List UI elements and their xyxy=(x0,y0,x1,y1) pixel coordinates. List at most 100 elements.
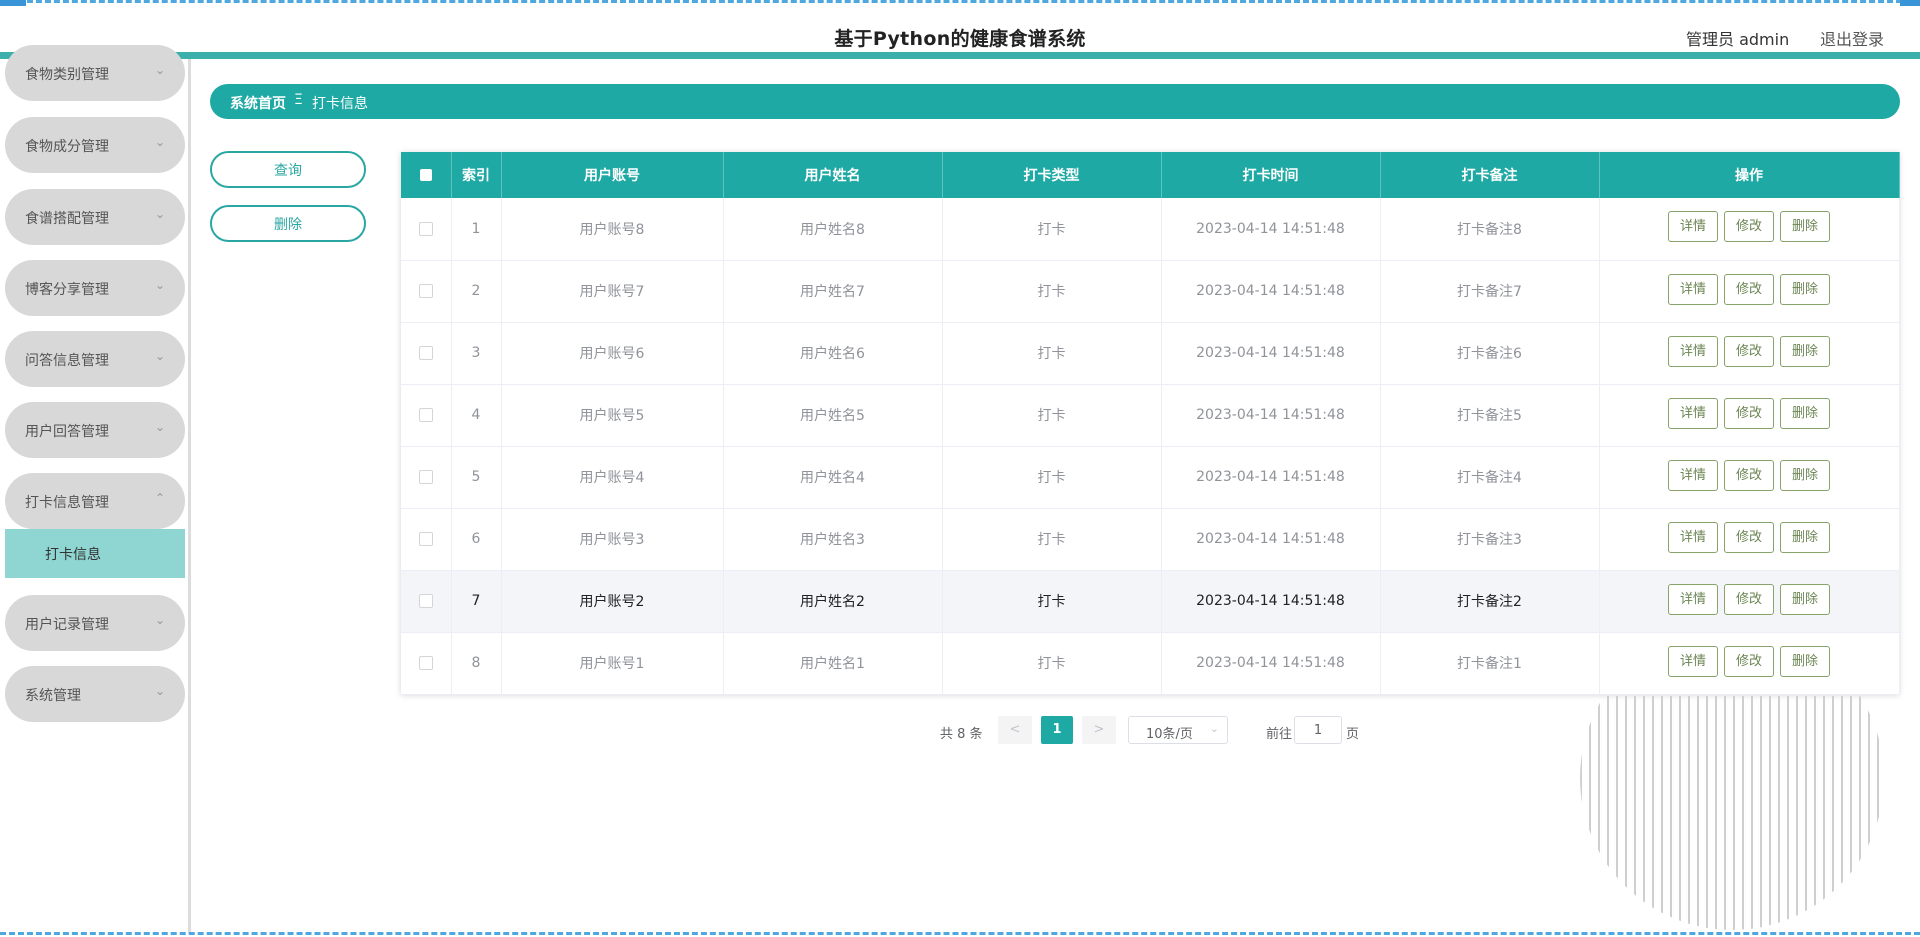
pagination-goto-input[interactable] xyxy=(1294,716,1342,744)
delete-button[interactable]: 删除 xyxy=(1780,211,1830,243)
delete-button[interactable]: 删除 xyxy=(1780,645,1830,677)
select-all-checkbox[interactable] xyxy=(419,169,432,181)
sidebar-subitem-checkin-info[interactable]: 打卡信息 xyxy=(5,529,185,578)
cell-index: 7 xyxy=(451,570,502,633)
edit-button[interactable]: 修改 xyxy=(1724,211,1774,243)
delete-button[interactable]: 删除 xyxy=(1780,397,1830,429)
logout-link[interactable]: 退出登录 xyxy=(1820,26,1884,50)
pagination-page-1[interactable]: 1 xyxy=(1041,716,1073,744)
select-all-cell[interactable] xyxy=(401,152,452,198)
row-checkbox[interactable] xyxy=(418,470,433,484)
chevron-down-icon: ⌄ xyxy=(154,207,165,221)
row-checkbox[interactable] xyxy=(418,221,433,236)
cell-name: 用户姓名4 xyxy=(723,446,943,509)
delete-button[interactable]: 删除 xyxy=(1780,521,1830,553)
cell-note: 打卡备注6 xyxy=(1380,322,1600,385)
delete-button[interactable]: 删除 xyxy=(1780,273,1830,305)
cell-index: 2 xyxy=(451,260,502,323)
cell-name: 用户姓名5 xyxy=(723,384,943,447)
edit-button[interactable]: 修改 xyxy=(1724,645,1774,677)
breadcrumb-home[interactable]: 系统首页 xyxy=(230,93,286,113)
cell-time: 2023-04-14 14:51:48 xyxy=(1161,570,1381,633)
cell-operations: 详情 修改 删除 xyxy=(1599,570,1900,633)
cell-type: 打卡 xyxy=(942,446,1162,509)
cell-operations: 详情 修改 删除 xyxy=(1599,446,1900,509)
cell-name: 用户姓名8 xyxy=(723,198,943,261)
top-header: 基于Python的健康食谱系统 管理员 admin 退出登录 xyxy=(0,6,1920,52)
sidebar-item-user-record[interactable]: 用户记录管理 ⌄ xyxy=(5,595,185,651)
decorative-striped-circle xyxy=(1580,696,1884,932)
sidebar-subitem-label: 打卡信息 xyxy=(45,547,101,563)
row-checkbox[interactable] xyxy=(418,594,433,608)
edit-button[interactable]: 修改 xyxy=(1724,397,1774,429)
cell-time: 2023-04-14 14:51:48 xyxy=(1161,632,1381,695)
cell-index: 3 xyxy=(451,322,502,385)
page-size-select[interactable]: 10条/页 ⌄ xyxy=(1128,716,1228,744)
cell-account: 用户账号2 xyxy=(501,570,724,633)
row-checkbox[interactable] xyxy=(418,656,433,670)
table-row: 5 用户账号4 用户姓名4 打卡 2023-04-14 14:51:48 打卡备… xyxy=(401,446,1900,509)
sidebar-item-label: 食物类别管理 xyxy=(25,67,109,83)
detail-button[interactable]: 详情 xyxy=(1668,521,1718,553)
cell-account: 用户账号4 xyxy=(501,446,724,509)
edit-button[interactable]: 修改 xyxy=(1724,521,1774,553)
query-button[interactable]: 查询 xyxy=(210,151,366,188)
delete-button[interactable]: 删除 xyxy=(1780,459,1830,491)
pagination-page-unit: 页 xyxy=(1346,727,1360,742)
sidebar-item-label: 博客分享管理 xyxy=(25,282,109,298)
sidebar-item-food-ingredient[interactable]: 食物成分管理 ⌄ xyxy=(5,117,185,173)
detail-button[interactable]: 详情 xyxy=(1668,583,1718,615)
delete-button[interactable]: 删除 xyxy=(1780,335,1830,367)
table-row-hovered: 7 用户账号2 用户姓名2 打卡 2023-04-14 14:51:48 打卡备… xyxy=(401,570,1900,633)
cell-operations: 详情 修改 删除 xyxy=(1599,384,1900,447)
sidebar-item-recipe[interactable]: 食谱搭配管理 ⌄ xyxy=(5,189,185,245)
cell-operations: 详情 修改 删除 xyxy=(1599,508,1900,571)
chevron-up-icon: ⌃ xyxy=(154,491,165,505)
table-row: 6 用户账号3 用户姓名3 打卡 2023-04-14 14:51:48 打卡备… xyxy=(401,508,1900,571)
batch-delete-button[interactable]: 删除 xyxy=(210,205,366,242)
pagination-prev-button[interactable]: < xyxy=(998,716,1032,744)
edit-button[interactable]: 修改 xyxy=(1724,335,1774,367)
cell-account: 用户账号3 xyxy=(501,508,724,571)
chevron-down-icon: ⌄ xyxy=(154,63,165,77)
breadcrumb: 系统首页 Ξ 打卡信息 xyxy=(210,84,1900,119)
chevron-down-icon: ⌄ xyxy=(154,349,165,363)
table-row: 3 用户账号6 用户姓名6 打卡 2023-04-14 14:51:48 打卡备… xyxy=(401,322,1900,385)
detail-button[interactable]: 详情 xyxy=(1668,211,1718,243)
sidebar-item-user-answer[interactable]: 用户回答管理 ⌄ xyxy=(5,402,185,458)
detail-button[interactable]: 详情 xyxy=(1668,645,1718,677)
column-header: 打卡类型 xyxy=(942,152,1162,198)
chevron-down-icon: ⌄ xyxy=(1209,722,1219,735)
sidebar-item-label: 打卡信息管理 xyxy=(25,495,109,511)
row-checkbox[interactable] xyxy=(418,346,433,360)
sidebar-item-food-category[interactable]: 食物类别管理 ⌄ xyxy=(5,45,185,101)
cell-index: 5 xyxy=(451,446,502,509)
edit-button[interactable]: 修改 xyxy=(1724,583,1774,615)
detail-button[interactable]: 详情 xyxy=(1668,273,1718,305)
edit-button[interactable]: 修改 xyxy=(1724,273,1774,305)
column-header: 操作 xyxy=(1599,152,1900,198)
detail-button[interactable]: 详情 xyxy=(1668,335,1718,367)
cell-time: 2023-04-14 14:51:48 xyxy=(1161,446,1381,509)
cell-note: 打卡备注1 xyxy=(1380,632,1600,695)
pagination-next-button[interactable]: > xyxy=(1082,716,1116,744)
sidebar-item-qa[interactable]: 问答信息管理 ⌄ xyxy=(5,331,185,387)
row-checkbox[interactable] xyxy=(418,284,433,298)
delete-button[interactable]: 删除 xyxy=(1780,583,1830,615)
detail-button[interactable]: 详情 xyxy=(1668,397,1718,429)
edit-button[interactable]: 修改 xyxy=(1724,459,1774,491)
sidebar-item-blog[interactable]: 博客分享管理 ⌄ xyxy=(5,260,185,316)
sidebar-item-label: 用户记录管理 xyxy=(25,617,109,633)
cell-type: 打卡 xyxy=(942,508,1162,571)
row-checkbox[interactable] xyxy=(418,408,433,422)
cell-name: 用户姓名2 xyxy=(723,570,943,633)
detail-button[interactable]: 详情 xyxy=(1668,459,1718,491)
sidebar-item-system[interactable]: 系统管理 ⌄ xyxy=(5,666,185,722)
pagination-goto-label: 前往 xyxy=(1266,727,1293,742)
cell-note: 打卡备注5 xyxy=(1380,384,1600,447)
row-checkbox[interactable] xyxy=(418,532,433,546)
sidebar-item-label: 食物成分管理 xyxy=(25,139,109,155)
site-title: 基于Python的健康食谱系统 xyxy=(834,28,1086,50)
cell-index: 1 xyxy=(451,198,502,261)
sidebar-item-checkin[interactable]: 打卡信息管理 ⌃ xyxy=(5,473,185,529)
